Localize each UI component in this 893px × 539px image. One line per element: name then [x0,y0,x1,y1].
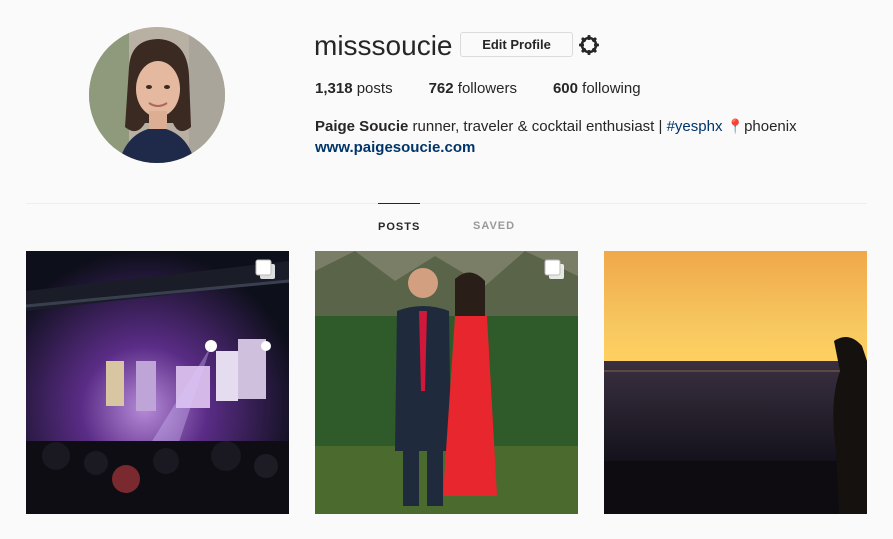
profile-stats: 1,318 posts 762 followers 600 following [315,80,677,98]
post-thumbnail-concert[interactable] [26,251,289,514]
profile-username: misssoucie [314,30,453,61]
posts-stat: 1,318 posts [315,80,393,98]
following-label: following [582,80,641,97]
bio-location: phoenix [744,118,797,135]
profile-avatar [89,27,225,163]
profile-full-name: Paige Soucie [315,118,409,135]
followers-label: followers [457,80,517,97]
post-thumbnail-couple[interactable] [315,251,578,514]
following-count: 600 [552,80,578,97]
map-pin-icon: 📍 [726,118,745,134]
tab-saved[interactable]: SAVED [473,203,515,247]
edit-profile-button[interactable]: Edit Profile [460,32,573,57]
bio-hashtag-link[interactable]: #yesphx [667,118,723,135]
following-stat[interactable]: 600 following [553,80,641,98]
gear-icon[interactable] [578,34,600,56]
profile-website-link[interactable]: www.paigesoucie.com [315,138,475,157]
posts-count: 1,318 [315,80,353,97]
multiple-posts-icon [255,259,277,281]
tab-posts[interactable]: POSTS [378,203,420,247]
post-thumbnail-sunset[interactable] [604,251,867,514]
bio-text: runner, traveler & cocktail enthusiast | [412,118,663,135]
followers-count: 762 [428,80,454,97]
followers-stat[interactable]: 762 followers [429,80,517,98]
multiple-posts-icon [544,259,566,281]
posts-label: posts [356,80,393,97]
tabs-divider [26,203,867,204]
profile-bio: Paige Soucie runner, traveler & cocktail… [315,117,797,136]
